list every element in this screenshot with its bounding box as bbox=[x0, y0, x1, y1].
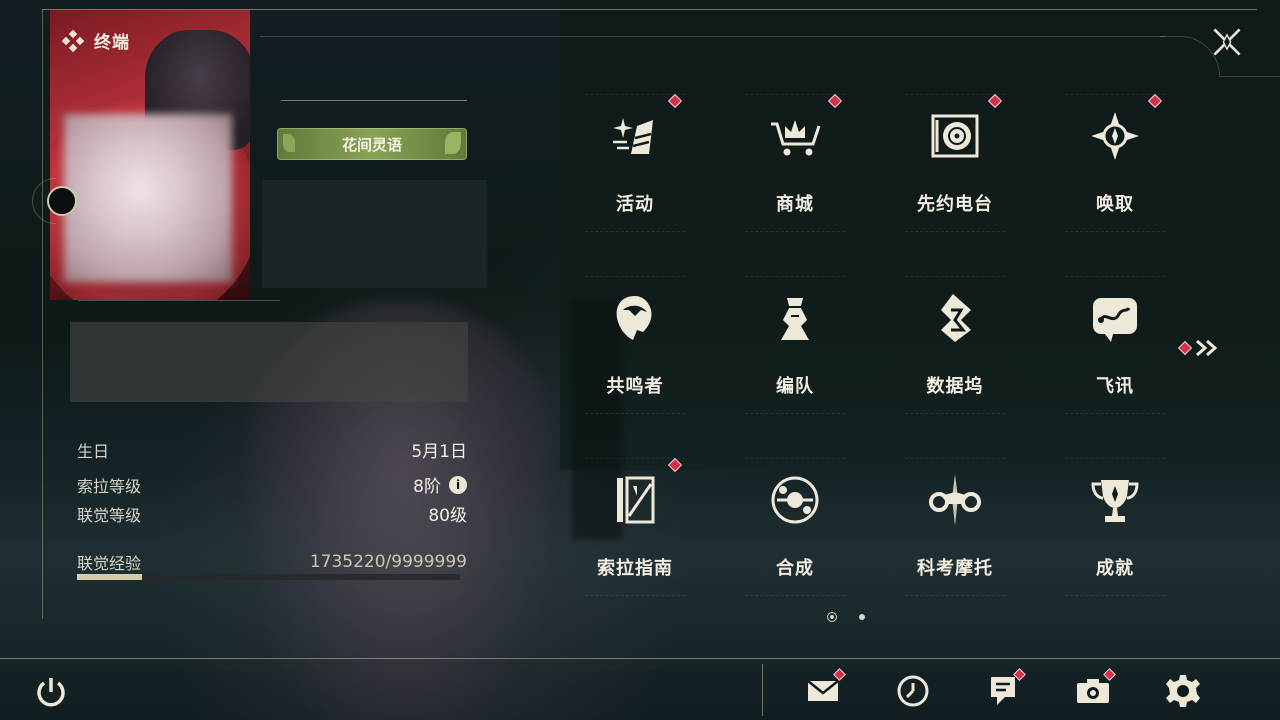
title-badge[interactable]: 花间灵语 bbox=[277, 128, 467, 160]
notification-badge bbox=[1177, 340, 1193, 356]
cell-frame bbox=[1065, 458, 1165, 596]
terminal-screen: 终端 花间灵语 生日 5月1日 索拉等级 8阶 i 联觉等级 80级 联觉经验 … bbox=[0, 0, 1280, 720]
menu-item-team[interactable]: 编队 bbox=[715, 262, 875, 442]
signature-redacted[interactable] bbox=[70, 322, 468, 402]
power-button[interactable] bbox=[33, 674, 69, 710]
stat-value: 80级 bbox=[428, 506, 467, 526]
name-underline bbox=[281, 100, 467, 101]
gear-icon bbox=[1166, 675, 1200, 707]
frame-line-right bbox=[1219, 76, 1280, 77]
chevron-double-right-icon bbox=[1196, 339, 1218, 357]
stat-sol-rank: 索拉等级 8阶 i bbox=[77, 472, 467, 497]
exp-progress-fill bbox=[77, 574, 143, 580]
close-x-icon bbox=[1213, 28, 1241, 56]
avatar-frame-badge bbox=[47, 186, 77, 216]
menu-grid: 活动 商城 先约电台 唤取 共鸣者 编队 数据坞 飞讯 索拉指南 合成 科考摩托… bbox=[555, 80, 1195, 620]
cell-frame bbox=[585, 458, 685, 596]
menu-item-activity[interactable]: 活动 bbox=[555, 80, 715, 260]
stat-value: 8阶 bbox=[413, 477, 441, 497]
power-icon bbox=[37, 678, 65, 707]
leaf-decoration bbox=[283, 134, 295, 152]
bottom-bar-divider bbox=[0, 658, 1280, 659]
camera-icon bbox=[1077, 679, 1109, 703]
frame-line-left bbox=[42, 9, 43, 619]
cell-frame bbox=[745, 458, 845, 596]
mail-button[interactable] bbox=[802, 668, 846, 712]
close-button[interactable] bbox=[1205, 20, 1249, 64]
player-name-redacted bbox=[262, 180, 487, 288]
next-page-button[interactable] bbox=[1177, 338, 1223, 358]
cell-frame bbox=[905, 276, 1005, 414]
notice-button[interactable] bbox=[982, 668, 1026, 712]
page-dot[interactable] bbox=[859, 614, 865, 620]
stat-label: 索拉等级 bbox=[77, 476, 142, 496]
stat-union-level: 联觉等级 80级 bbox=[77, 501, 467, 527]
page-indicator bbox=[827, 612, 865, 622]
title-badge-label: 花间灵语 bbox=[341, 135, 402, 154]
frame-line-inner bbox=[260, 36, 1165, 37]
menu-item-resonators[interactable]: 共鸣者 bbox=[555, 262, 715, 442]
divider bbox=[78, 300, 280, 301]
menu-item-data-bank[interactable]: 数据坞 bbox=[875, 262, 1035, 442]
mail-icon bbox=[807, 680, 839, 701]
notice-icon bbox=[991, 677, 1015, 705]
cell-frame bbox=[1065, 276, 1165, 414]
cell-frame bbox=[1065, 94, 1165, 232]
page-dot-current[interactable] bbox=[827, 612, 837, 622]
cell-frame bbox=[585, 94, 685, 232]
stat-label: 联觉等级 bbox=[77, 505, 142, 525]
stat-value: 5月1日 bbox=[411, 442, 467, 462]
stat-value: 1735220/9999999 bbox=[309, 552, 467, 572]
cell-frame bbox=[905, 458, 1005, 596]
menu-item-achievements[interactable]: 成就 bbox=[1035, 444, 1195, 624]
stat-union-exp: 联觉经验 1735220/9999999 bbox=[77, 550, 467, 574]
menu-item-messages[interactable]: 飞讯 bbox=[1035, 262, 1195, 442]
clock-icon bbox=[897, 675, 929, 707]
stat-birthday: 生日 5月1日 bbox=[77, 437, 467, 463]
header: 终端 bbox=[62, 28, 130, 53]
cell-frame bbox=[745, 276, 845, 414]
camera-button[interactable] bbox=[1072, 668, 1116, 712]
leaf-decoration bbox=[445, 132, 461, 154]
stat-label: 生日 bbox=[77, 441, 110, 461]
terminal-diamond-icon bbox=[62, 29, 84, 52]
cell-frame bbox=[585, 276, 685, 414]
menu-item-radio[interactable]: 先约电台 bbox=[875, 80, 1035, 260]
clock-button[interactable] bbox=[892, 670, 934, 712]
settings-button[interactable] bbox=[1162, 670, 1204, 712]
avatar[interactable] bbox=[64, 114, 232, 282]
cell-frame bbox=[745, 94, 845, 232]
stat-value-wrap: 8阶 i bbox=[413, 472, 467, 497]
info-icon[interactable]: i bbox=[449, 475, 467, 494]
stat-label: 联觉经验 bbox=[77, 554, 142, 573]
page-title: 终端 bbox=[94, 33, 130, 53]
menu-item-guidebook[interactable]: 索拉指南 bbox=[555, 444, 715, 624]
menu-item-synthesis[interactable]: 合成 bbox=[715, 444, 875, 624]
menu-item-shop[interactable]: 商城 bbox=[715, 80, 875, 260]
menu-item-convene[interactable]: 唤取 bbox=[1035, 80, 1195, 260]
exp-progress-bar bbox=[77, 574, 460, 580]
bottom-bar-separator bbox=[762, 664, 763, 716]
cell-frame bbox=[905, 94, 1005, 232]
menu-item-motorbike[interactable]: 科考摩托 bbox=[875, 444, 1035, 624]
